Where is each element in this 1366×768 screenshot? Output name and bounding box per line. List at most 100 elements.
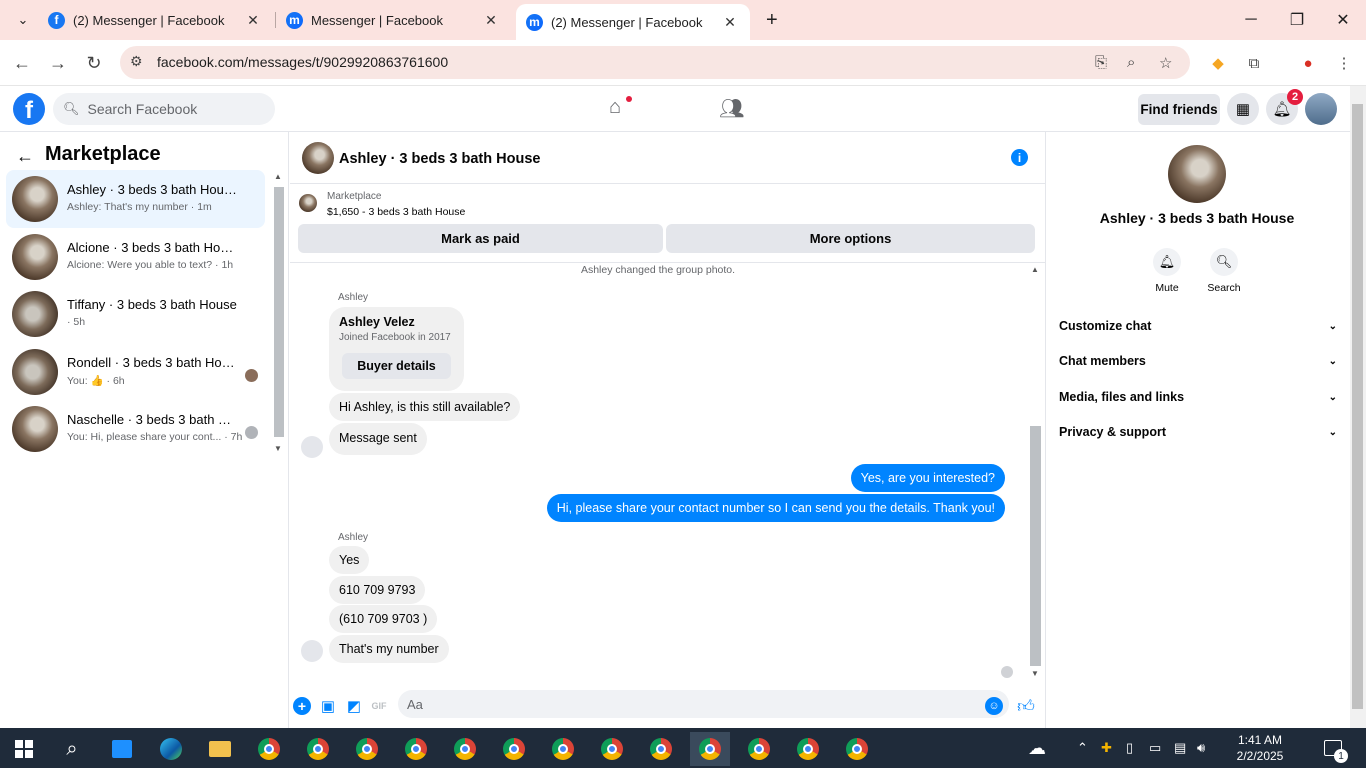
conversation-list-scrollbar[interactable]: ▲ ▼: [272, 172, 286, 462]
conversation-item[interactable]: Ashley · 3 beds 3 bath House Ashley: Tha…: [6, 170, 265, 228]
back-button[interactable]: ←: [8, 49, 36, 77]
show-hidden-icons-chevron-icon[interactable]: ⌃: [1077, 728, 1088, 768]
chat-title[interactable]: Ashley · 3 beds 3 bath House: [339, 151, 540, 167]
chat-avatar[interactable]: [302, 142, 334, 174]
tab-3-active[interactable]: m (2) Messenger | Facebook ✕: [516, 4, 750, 40]
chrome-taskbar-icon[interactable]: [298, 732, 338, 766]
back-arrow-icon[interactable]: ←: [16, 146, 34, 167]
conversation-item[interactable]: Alcione · 3 beds 3 bath House Alcione: W…: [6, 228, 265, 286]
install-app-icon[interactable]: ⎘: [1095, 54, 1107, 71]
details-avatar[interactable]: [1168, 145, 1226, 203]
zoom-icon[interactable]: ⌕: [1127, 54, 1135, 71]
conversation-item[interactable]: Tiffany · 3 beds 3 bath House · 5h: [6, 285, 265, 343]
message-input[interactable]: [398, 690, 1009, 718]
search-facebook-input[interactable]: 🔍︎ Search Facebook: [53, 93, 275, 125]
plus-icon[interactable]: +: [293, 697, 311, 715]
photo-icon[interactable]: ▣: [319, 697, 337, 715]
message-bubble-incoming[interactable]: Message sent: [329, 423, 427, 455]
close-tab-icon[interactable]: ✕: [481, 12, 501, 29]
customize-chat-section[interactable]: Customize chat ⌄: [1059, 314, 1337, 338]
message-bubble-incoming[interactable]: (610 709 9703 ): [329, 605, 438, 633]
tray-app-icon[interactable]: ✚: [1101, 728, 1112, 768]
like-icon[interactable]: 👍︎: [1017, 697, 1035, 716]
new-tab-button[interactable]: +: [756, 0, 780, 40]
extensions-puzzle-icon[interactable]: ⧉: [1243, 52, 1265, 74]
bookmark-star-icon[interactable]: ☆: [1159, 54, 1172, 72]
message-bubble-outgoing[interactable]: Yes, are you interested?: [850, 464, 1005, 492]
friends-icon[interactable]: 👥︎: [719, 96, 744, 121]
emoji-icon[interactable]: ☺: [985, 697, 1003, 715]
tab-1[interactable]: f (2) Messenger | Facebook ✕: [38, 0, 273, 40]
battery-icon[interactable]: ▭: [1149, 728, 1161, 768]
message-bubble-outgoing[interactable]: Hi, please share your contact number so …: [546, 494, 1005, 522]
scrollbar-thumb[interactable]: [1352, 104, 1363, 709]
close-window-button[interactable]: ✕: [1320, 0, 1366, 40]
more-options-button[interactable]: More options: [666, 224, 1035, 253]
chrome-taskbar-icon[interactable]: [739, 732, 779, 766]
search-conversation-button[interactable]: 🔍︎ Search: [1199, 248, 1249, 294]
close-tab-icon[interactable]: ✕: [720, 14, 740, 31]
reload-button[interactable]: ↻: [80, 49, 108, 77]
message-bubble-incoming[interactable]: Yes: [329, 546, 370, 574]
message-bubble-incoming[interactable]: That's my number: [329, 635, 449, 663]
volume-icon[interactable]: 🔊︎: [1197, 728, 1205, 768]
sticker-icon[interactable]: ◩: [345, 697, 363, 715]
tray-device-icon[interactable]: ▯: [1126, 728, 1133, 768]
message-bubble-incoming[interactable]: 610 709 9793: [329, 576, 426, 604]
listing-price[interactable]: $1,650 - 3 beds 3 bath House: [327, 206, 465, 218]
message-bubble-incoming[interactable]: Hi Ashley, is this still available?: [329, 393, 521, 421]
page-scrollbar[interactable]: [1350, 86, 1366, 728]
facebook-logo-icon[interactable]: f: [13, 93, 45, 125]
chrome-menu-icon[interactable]: ⋮: [1333, 52, 1355, 74]
conversation-item[interactable]: Naschelle · 3 beds 3 bath Ho... You: Hi,…: [6, 400, 265, 458]
account-avatar[interactable]: [1305, 93, 1337, 125]
chrome-taskbar-icon[interactable]: [641, 732, 681, 766]
scroll-up-icon[interactable]: ▲: [1031, 265, 1039, 274]
gif-icon[interactable]: GIF: [370, 697, 388, 715]
chrome-taskbar-icon[interactable]: [445, 732, 485, 766]
chrome-taskbar-icon[interactable]: [494, 732, 534, 766]
chrome-taskbar-icon[interactable]: [592, 732, 632, 766]
conversation-item[interactable]: Rondell · 3 beds 3 bath House You: 👍 · 6…: [6, 343, 265, 401]
site-info-icon[interactable]: ⚙: [130, 53, 143, 70]
store-icon[interactable]: [102, 732, 142, 766]
buyer-details-button[interactable]: Buyer details: [342, 353, 451, 379]
mute-button[interactable]: 🔔︎ Mute: [1142, 248, 1192, 294]
find-friends-button[interactable]: Find friends: [1138, 94, 1220, 125]
restore-button[interactable]: ❐: [1274, 0, 1320, 40]
chrome-taskbar-icon[interactable]: [347, 732, 387, 766]
message-list-scrollbar[interactable]: ▲ ▼: [1028, 263, 1043, 683]
media-files-links-section[interactable]: Media, files and links ⌄: [1059, 385, 1337, 409]
scrollbar-thumb[interactable]: [274, 187, 284, 437]
weather-icon[interactable]: ☁: [1028, 728, 1046, 768]
scroll-up-icon[interactable]: ▲: [274, 172, 282, 181]
home-icon[interactable]: ⌂: [609, 96, 621, 119]
chrome-taskbar-icon[interactable]: [837, 732, 877, 766]
chrome-taskbar-icon[interactable]: [396, 732, 436, 766]
chrome-taskbar-icon-active[interactable]: [690, 732, 730, 766]
menu-grid-icon[interactable]: ▦: [1227, 93, 1259, 125]
forward-button[interactable]: →: [44, 49, 72, 77]
windows-start-button[interactable]: [4, 732, 44, 766]
profile-icon[interactable]: ●: [1297, 52, 1319, 74]
network-icon[interactable]: ▤: [1174, 728, 1186, 768]
scroll-down-icon[interactable]: ▼: [1031, 669, 1039, 678]
listing-thumbnail[interactable]: [299, 194, 317, 212]
chrome-taskbar-icon[interactable]: [249, 732, 289, 766]
edge-icon[interactable]: [151, 732, 191, 766]
search-taskbar-icon[interactable]: ⌕: [52, 732, 92, 766]
file-explorer-icon[interactable]: [200, 732, 240, 766]
address-bar[interactable]: ⚙ facebook.com/messages/t/90299208637616…: [120, 46, 1190, 79]
taskbar-clock[interactable]: 1:41 AM 2/2/2025: [1224, 732, 1296, 764]
info-icon[interactable]: i: [1011, 149, 1028, 166]
chrome-taskbar-icon[interactable]: [543, 732, 583, 766]
tab-2[interactable]: m Messenger | Facebook ✕: [276, 0, 511, 40]
scrollbar-thumb[interactable]: [1030, 426, 1041, 666]
privacy-support-section[interactable]: Privacy & support ⌄: [1059, 420, 1337, 444]
chrome-taskbar-icon[interactable]: [788, 732, 828, 766]
mark-as-paid-button[interactable]: Mark as paid: [298, 224, 663, 253]
extension-box-icon[interactable]: ◆: [1207, 52, 1229, 74]
scroll-down-icon[interactable]: ▼: [274, 444, 282, 453]
notification-center-icon[interactable]: 1: [1324, 728, 1348, 768]
chat-members-section[interactable]: Chat members ⌄: [1059, 349, 1337, 373]
